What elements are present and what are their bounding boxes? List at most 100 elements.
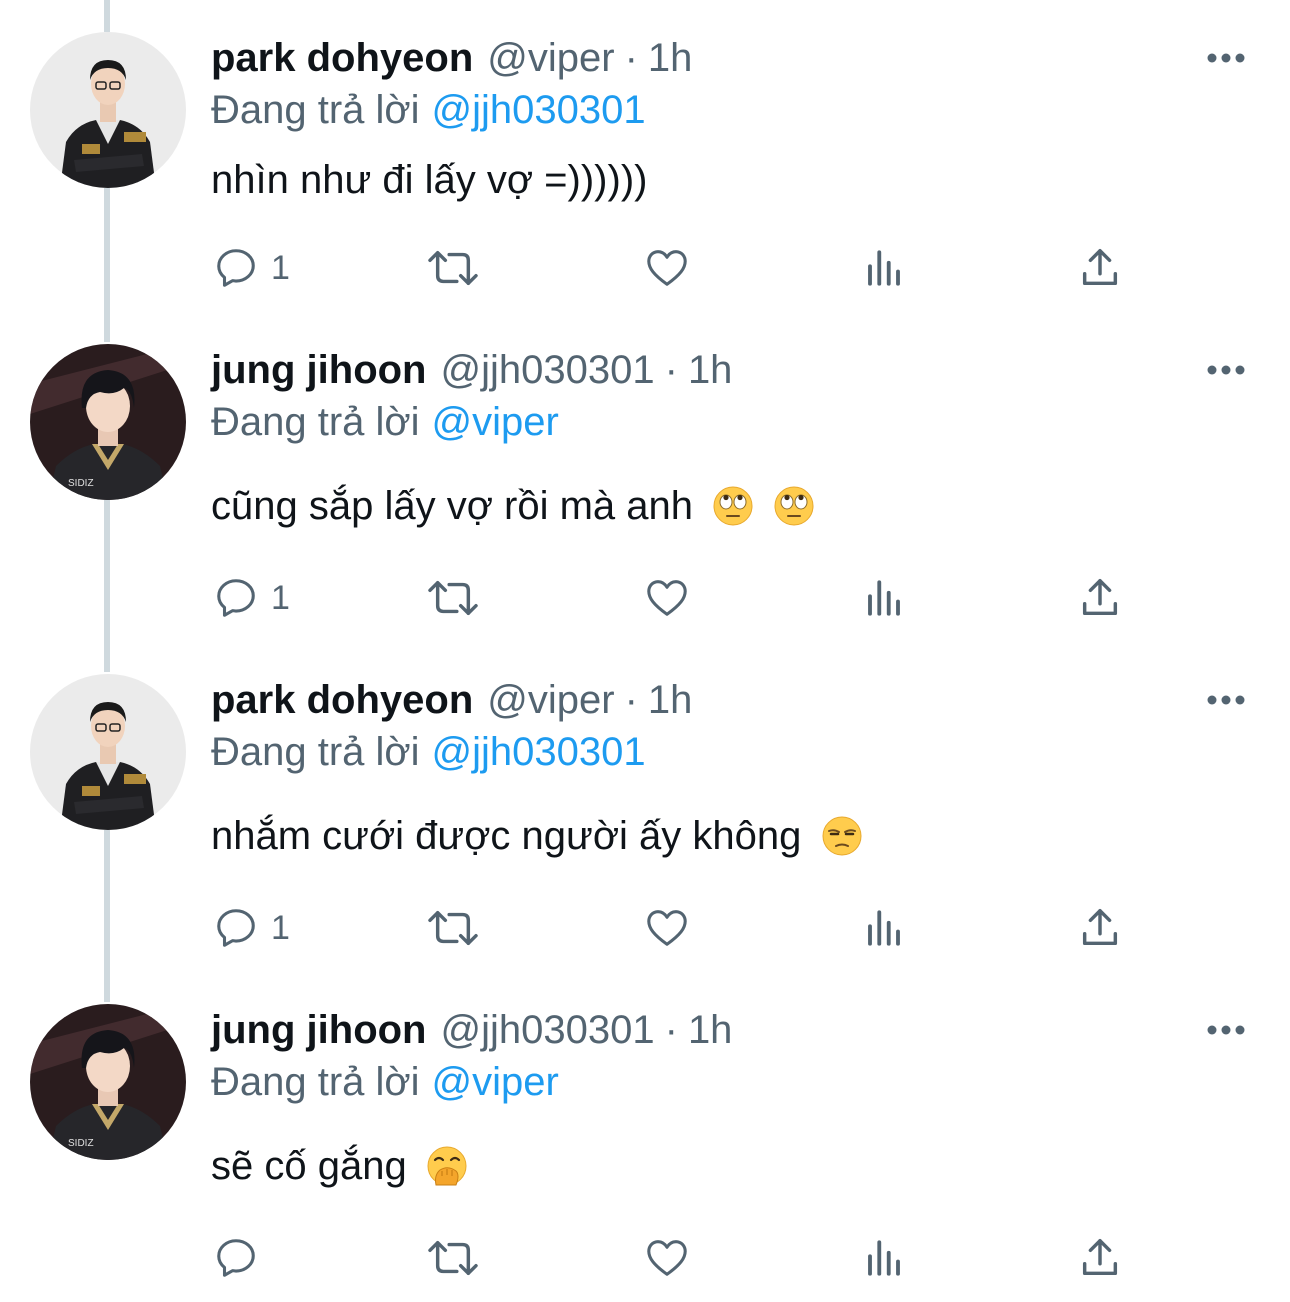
action-bar: 1	[211, 238, 1211, 298]
tweet-text-content: cũng sắp lấy vợ rồi mà anh	[211, 484, 694, 528]
hand-over-mouth-emoji	[427, 1146, 467, 1186]
display-name[interactable]: jung jihoon	[211, 342, 427, 398]
views-button[interactable]	[863, 238, 905, 298]
tweet[interactable]: park dohyeon @viper · 1h Đang trả lời @jj…	[0, 672, 1290, 992]
replying-to: Đang trả lời @viper	[211, 1054, 559, 1110]
retweet-icon	[428, 910, 478, 946]
retweet-button[interactable]	[425, 238, 481, 298]
retweet-button[interactable]	[425, 568, 481, 628]
views-button[interactable]	[863, 898, 905, 958]
action-bar: 1	[211, 898, 1211, 958]
separator: ·	[624, 36, 638, 80]
tweet-text-content: nhắm cưới được người ấy không	[211, 814, 802, 858]
share-icon	[1082, 1239, 1118, 1276]
views-icon	[868, 1240, 900, 1276]
mention-link[interactable]: @viper	[432, 1060, 559, 1104]
timestamp[interactable]: 1h	[648, 672, 693, 728]
retweet-button[interactable]	[425, 898, 481, 958]
person-portrait-icon: SIDIZ	[30, 344, 186, 500]
unamused-face-emoji	[822, 816, 862, 856]
reply-count: 1	[271, 578, 290, 617]
mention-link[interactable]: @jjh030301	[432, 88, 646, 132]
share-button[interactable]	[1077, 898, 1123, 958]
display-name[interactable]: jung jihoon	[211, 1002, 427, 1058]
action-bar	[211, 1228, 1211, 1288]
tweet[interactable]: SIDIZ jung jihoon @jjh030301 · 1h Đang t…	[0, 342, 1290, 662]
replying-to: Đang trả lời @viper	[211, 394, 559, 450]
share-button[interactable]	[1077, 1228, 1123, 1288]
user-handle[interactable]: @viper	[487, 672, 614, 728]
rolling-eyes-emoji	[713, 486, 753, 526]
tweet[interactable]: park dohyeon @viper · 1h Đang trả lời @jj…	[0, 30, 1290, 330]
avatar[interactable]	[30, 32, 186, 188]
replying-to-label: Đang trả lời	[211, 730, 420, 774]
display-name[interactable]: park dohyeon	[211, 30, 473, 86]
avatar[interactable]	[30, 674, 186, 830]
reply-icon	[217, 1239, 255, 1277]
action-bar: 1	[211, 568, 1211, 628]
tweet-header: jung jihoon @jjh030301 · 1h	[211, 342, 732, 398]
person-portrait-icon	[30, 32, 186, 188]
timestamp[interactable]: 1h	[688, 1002, 733, 1058]
timestamp[interactable]: 1h	[688, 342, 733, 398]
reply-button[interactable]: 1	[213, 568, 290, 628]
mention-link[interactable]: @viper	[432, 400, 559, 444]
reply-button[interactable]: 1	[213, 898, 290, 958]
retweet-icon	[428, 250, 478, 286]
reply-button[interactable]	[213, 1228, 271, 1288]
person-portrait-icon	[30, 674, 186, 830]
views-icon	[868, 250, 900, 286]
like-button[interactable]	[643, 568, 691, 628]
like-button[interactable]	[643, 238, 691, 298]
reply-icon	[217, 909, 255, 947]
avatar[interactable]: SIDIZ	[30, 1004, 186, 1160]
share-button[interactable]	[1077, 238, 1123, 298]
tweet-header: park dohyeon @viper · 1h	[211, 30, 692, 86]
heart-icon	[647, 580, 687, 616]
like-button[interactable]	[643, 898, 691, 958]
tweet-text: sẽ cố gắng	[211, 1138, 468, 1194]
more-options-icon[interactable]	[1206, 1020, 1246, 1040]
replying-to-label: Đang trả lời	[211, 88, 420, 132]
user-handle[interactable]: @viper	[487, 30, 614, 86]
retweet-icon	[428, 1240, 478, 1276]
tweet-text: nhắm cưới được người ấy không	[211, 808, 863, 864]
person-portrait-icon: SIDIZ	[30, 1004, 186, 1160]
mention-link[interactable]: @jjh030301	[432, 730, 646, 774]
reply-count: 1	[271, 908, 290, 947]
avatar[interactable]: SIDIZ	[30, 344, 186, 500]
reply-count: 1	[271, 248, 290, 287]
user-handle[interactable]: @jjh030301	[441, 1002, 655, 1058]
heart-icon	[647, 1240, 687, 1276]
tweet-header: jung jihoon @jjh030301 · 1h	[211, 1002, 732, 1058]
share-icon	[1082, 249, 1118, 286]
heart-icon	[647, 250, 687, 286]
separator: ·	[664, 348, 678, 392]
share-button[interactable]	[1077, 568, 1123, 628]
replying-to-label: Đang trả lời	[211, 1060, 420, 1104]
retweet-button[interactable]	[425, 1228, 481, 1288]
views-button[interactable]	[863, 1228, 905, 1288]
more-options-icon[interactable]	[1206, 48, 1246, 68]
reply-icon	[217, 249, 255, 287]
more-options-icon[interactable]	[1206, 690, 1246, 710]
more-options-icon[interactable]	[1206, 360, 1246, 380]
tweet[interactable]: SIDIZ jung jihoon @jjh030301 · 1h Đang t…	[0, 1002, 1290, 1302]
svg-text:SIDIZ: SIDIZ	[68, 1138, 94, 1149]
like-button[interactable]	[643, 1228, 691, 1288]
replying-to: Đang trả lời @jjh030301	[211, 724, 646, 780]
user-handle[interactable]: @jjh030301	[441, 342, 655, 398]
replying-to-label: Đang trả lời	[211, 400, 420, 444]
rolling-eyes-emoji	[774, 486, 814, 526]
tweet-text: cũng sắp lấy vợ rồi mà anh	[211, 478, 815, 534]
tweet-text: nhìn như đi lấy vợ =))))))	[211, 152, 647, 208]
display-name[interactable]: park dohyeon	[211, 672, 473, 728]
views-button[interactable]	[863, 568, 905, 628]
thread-line	[104, 0, 110, 32]
share-icon	[1082, 909, 1118, 946]
timestamp[interactable]: 1h	[648, 30, 693, 86]
views-icon	[868, 580, 900, 616]
separator: ·	[624, 678, 638, 722]
views-icon	[868, 910, 900, 946]
reply-button[interactable]: 1	[213, 238, 290, 298]
